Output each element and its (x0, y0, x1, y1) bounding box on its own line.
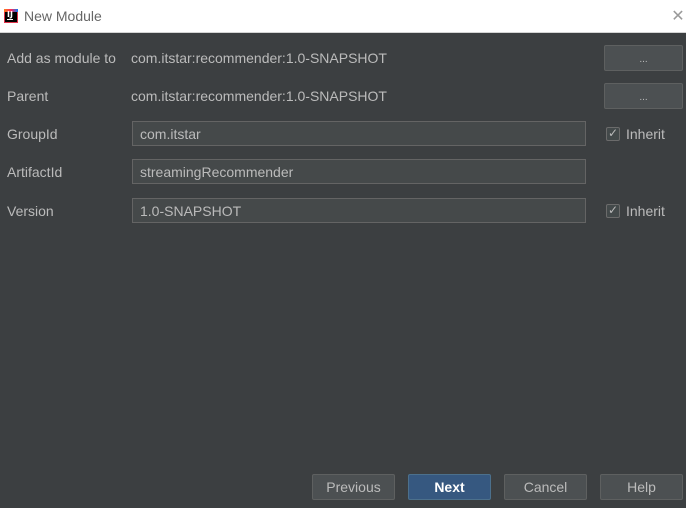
add-as-module-to-value: com.itstar:recommender:1.0-SNAPSHOT (131, 50, 387, 66)
groupid-inherit-checkbox[interactable]: ✓ Inherit (606, 126, 665, 142)
close-icon[interactable]: ✕ (670, 6, 686, 26)
parent-label: Parent (7, 88, 49, 104)
window-title: New Module (24, 8, 102, 24)
checkbox[interactable]: ✓ (606, 203, 620, 218)
checkbox[interactable]: ✓ (606, 126, 620, 141)
title-bar: IJ New Module ✕ (0, 0, 686, 33)
parent-value: com.itstar:recommender:1.0-SNAPSHOT (131, 88, 387, 104)
add-as-module-to-label: Add as module to (7, 50, 116, 66)
groupid-label: GroupId (7, 126, 58, 142)
next-button[interactable]: Next (408, 474, 491, 500)
check-icon: ✓ (608, 126, 619, 140)
cancel-button[interactable]: Cancel (504, 474, 587, 500)
version-label: Version (7, 203, 54, 219)
artifactid-field[interactable] (132, 159, 586, 184)
parent-browse-button[interactable]: ... (604, 83, 683, 109)
artifactid-label: ArtifactId (7, 164, 63, 180)
inherit-label: Inherit (626, 203, 665, 219)
previous-button[interactable]: Previous (312, 474, 395, 500)
intellij-logo-icon: IJ (4, 9, 18, 23)
add-as-module-to-browse-button[interactable]: ... (604, 45, 683, 71)
check-icon: ✓ (608, 203, 619, 217)
help-button[interactable]: Help (600, 474, 683, 500)
inherit-label: Inherit (626, 126, 665, 142)
version-field[interactable] (132, 198, 586, 223)
groupid-field[interactable] (132, 121, 586, 146)
version-inherit-checkbox[interactable]: ✓ Inherit (606, 203, 665, 219)
